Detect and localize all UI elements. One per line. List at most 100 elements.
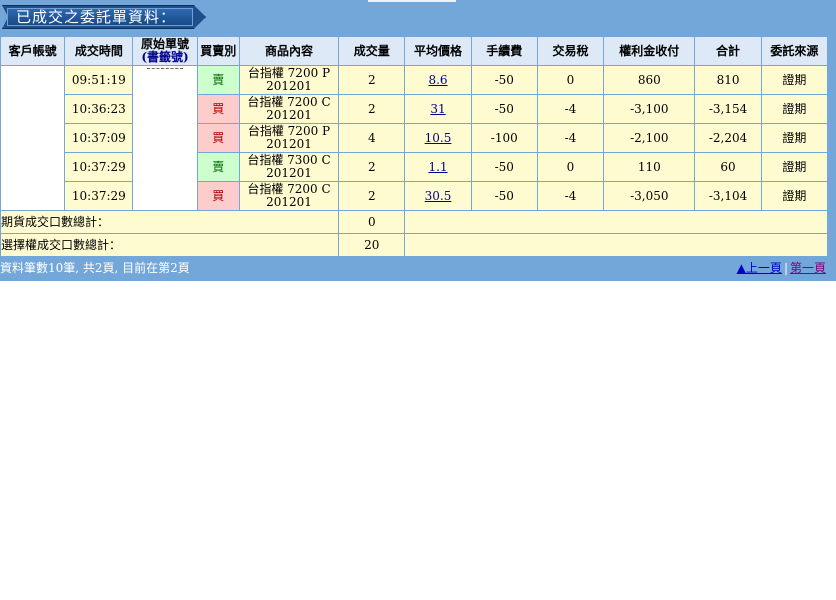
source-cell: 證期: [760, 94, 829, 124]
total-cell: -3,154: [694, 94, 762, 124]
table-row: 10:37:29 買 台指權 7200 C 201201 2 30.5 -50 -…: [1, 181, 829, 211]
avg-price-cell: 8.6: [404, 65, 472, 95]
prev-page-link[interactable]: ▲上一頁: [737, 261, 782, 275]
futures-total-filler: [404, 210, 828, 234]
tax-cell: 0: [536, 152, 605, 182]
header-total: 合計: [694, 36, 762, 66]
futures-total-value: 0: [338, 210, 406, 234]
time-cell: 09:51:19: [64, 65, 134, 95]
header-time: 成交時間: [64, 36, 134, 66]
tax-cell: 0: [536, 65, 605, 95]
avg-price-link[interactable]: 30.5: [425, 189, 452, 203]
avg-price-cell: 31: [404, 94, 472, 124]
pagination-separator: |: [783, 261, 788, 275]
qty-cell: 2: [338, 65, 406, 95]
fee-cell: -100: [470, 123, 538, 153]
header-orig-no-sub: (書籤號): [141, 50, 189, 64]
section-title: 已成交之委託單資料：: [16, 8, 177, 26]
pagination-info: 資料筆數10筆, 共2頁, 目前在第2頁: [0, 261, 190, 275]
side-cell: 賣: [196, 65, 240, 95]
side-cell: 賣: [196, 152, 240, 182]
product-name: 台指權 7200 C: [247, 95, 331, 109]
orig-no-dash-divider: [147, 68, 183, 69]
side-cell: 買: [196, 123, 240, 153]
account-cell: [0, 65, 66, 211]
orig-no-cell: [132, 65, 198, 211]
product-name: 台指權 7300 C: [247, 153, 331, 167]
avg-price-link[interactable]: 1.1: [428, 160, 447, 174]
product-month: 201201: [266, 79, 312, 93]
avg-price-link[interactable]: 8.6: [428, 73, 447, 87]
header-premium: 權利金收付: [603, 36, 696, 66]
premium-cell: -3,100: [603, 94, 696, 124]
futures-total-row: 期貨成交口數總計： 0: [0, 210, 828, 234]
product-name: 台指權 7200 C: [247, 182, 331, 196]
time-cell: 10:37:29: [64, 181, 134, 211]
avg-price-link[interactable]: 10.5: [425, 131, 452, 145]
premium-cell: 110: [603, 152, 696, 182]
options-total-filler: [404, 233, 828, 257]
source-cell: 證期: [760, 152, 829, 182]
premium-cell: -3,050: [603, 181, 696, 211]
header-orig-no-label: 原始單號: [141, 37, 190, 51]
pagination-links: ▲上一頁 | 第一頁: [737, 259, 826, 276]
avg-price-cell: 1.1: [404, 152, 472, 182]
product-month: 201201: [266, 137, 312, 151]
time-cell: 10:36:23: [64, 94, 134, 124]
futures-total-label: 期貨成交口數總計：: [0, 210, 340, 234]
header-source: 委託來源: [760, 36, 829, 66]
filled-orders-table: 客戶帳號 成交時間 原始單號 (書籤號) 買賣別 商品內容 成交量 平均價格 手…: [0, 36, 829, 257]
source-cell: 證期: [760, 181, 829, 211]
header-fee: 手續費: [470, 36, 538, 66]
product-cell: 台指權 7200 C 201201: [238, 94, 340, 124]
total-cell: 60: [694, 152, 762, 182]
source-cell: 證期: [760, 123, 829, 153]
product-cell: 台指權 7300 C 201201: [238, 152, 340, 182]
total-cell: 810: [694, 65, 762, 95]
qty-cell: 2: [338, 181, 406, 211]
header-product: 商品內容: [238, 36, 340, 66]
avg-price-link[interactable]: 31: [430, 102, 445, 116]
fee-cell: -50: [470, 181, 538, 211]
options-total-value: 20: [338, 233, 406, 257]
header-avg-price: 平均價格: [404, 36, 472, 66]
header-tax: 交易稅: [536, 36, 605, 66]
total-cell: -2,204: [694, 123, 762, 153]
header-side: 買賣別: [196, 36, 240, 66]
top-tab-strip: [368, 0, 456, 2]
premium-cell: -2,100: [603, 123, 696, 153]
table-row: 10:36:23 買 台指權 7200 C 201201 2 31 -50 -4 …: [1, 94, 829, 124]
side-cell: 買: [196, 94, 240, 124]
header-account: 客戶帳號: [0, 36, 66, 66]
product-cell: 台指權 7200 P 201201: [238, 123, 340, 153]
fee-cell: -50: [470, 94, 538, 124]
avg-price-cell: 30.5: [404, 181, 472, 211]
avg-price-cell: 10.5: [404, 123, 472, 153]
product-cell: 台指權 7200 P 201201: [238, 65, 340, 95]
header-qty: 成交量: [338, 36, 406, 66]
time-cell: 10:37:09: [64, 123, 134, 153]
tax-cell: -4: [536, 94, 605, 124]
time-cell: 10:37:29: [64, 152, 134, 182]
table-row: 10:37:29 賣 台指權 7300 C 201201 2 1.1 -50 0 …: [1, 152, 829, 182]
product-cell: 台指權 7200 C 201201: [238, 181, 340, 211]
options-total-label: 選擇權成交口數總計：: [0, 233, 340, 257]
options-total-row: 選擇權成交口數總計： 20: [0, 233, 828, 257]
first-page-link[interactable]: 第一頁: [790, 261, 826, 275]
header-orig-no: 原始單號 (書籤號): [132, 36, 198, 66]
tax-cell: -4: [536, 181, 605, 211]
product-month: 201201: [266, 166, 312, 180]
table-row: 10:37:09 買 台指權 7200 P 201201 4 10.5 -100 …: [1, 123, 829, 153]
table-header-row: 客戶帳號 成交時間 原始單號 (書籤號) 買賣別 商品內容 成交量 平均價格 手…: [0, 36, 829, 66]
premium-cell: 860: [603, 65, 696, 95]
qty-cell: 2: [338, 94, 406, 124]
fee-cell: -50: [470, 65, 538, 95]
source-cell: 證期: [760, 65, 829, 95]
qty-cell: 2: [338, 152, 406, 182]
product-month: 201201: [266, 108, 312, 122]
side-cell: 買: [196, 181, 240, 211]
table-row: 09:51:19 賣 台指權 7200 P 201201 2 8.6 -50 0 …: [0, 65, 829, 211]
product-name: 台指權 7200 P: [247, 124, 331, 138]
qty-cell: 4: [338, 123, 406, 153]
product-month: 201201: [266, 195, 312, 209]
